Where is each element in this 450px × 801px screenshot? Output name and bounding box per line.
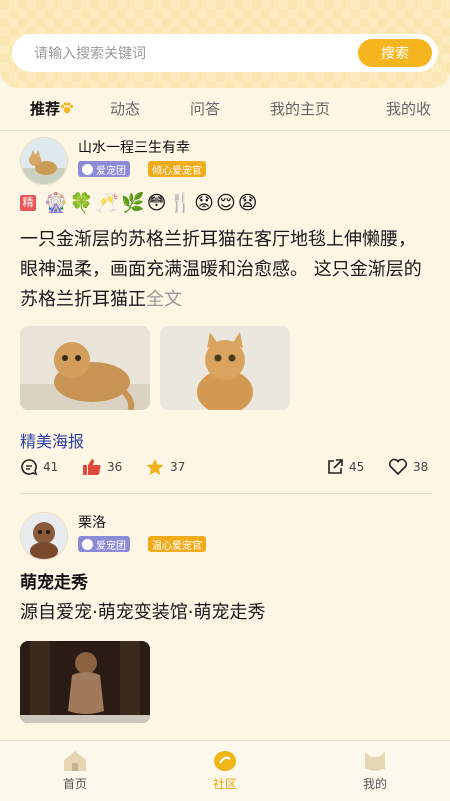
like-count: 36: [107, 460, 123, 474]
tab-qa[interactable]: 问答: [190, 98, 220, 119]
username[interactable]: 栗洛: [78, 512, 106, 532]
avatar[interactable]: [20, 512, 68, 560]
nav-label: 我的: [362, 777, 387, 791]
tab-recommend[interactable]: 推荐: [30, 98, 74, 119]
emoji-row: 精 🎡🍀🥂🌿😳🍴😟😌😧: [20, 191, 260, 214]
emoji-list: 🎡🍀🥂🌿😳🍴😟😌😧: [44, 192, 260, 214]
post-text: 源自爱宠·萌宠变装馆·萌宠走秀: [20, 602, 266, 623]
post-card[interactable]: 山水一程三生有幸 爱宠团 倾心爱宠官 精 🎡🍀🥂🌿😳🍴😟😌😧 一只金渐层的苏格兰…: [0, 131, 450, 496]
post-card[interactable]: 栗洛 爱宠团 温心爱宠官 萌宠走秀 源自爱宠·萌宠变装馆·萌宠走秀: [0, 494, 450, 740]
bottom-nav: 首页 社区 我的: [0, 740, 450, 801]
nav-mine[interactable]: 我的: [335, 749, 415, 792]
search-input[interactable]: [32, 34, 336, 74]
heart-count: 38: [413, 460, 429, 474]
share-count: 45: [349, 460, 365, 474]
nav-label: 社区: [212, 777, 237, 791]
share-icon: [328, 459, 343, 474]
badge-flower-icon: [82, 163, 93, 175]
search-bar: 搜索: [12, 34, 438, 74]
username[interactable]: 山水一程三生有幸: [78, 137, 190, 157]
community-icon: [214, 751, 236, 771]
tab-label: 推荐: [30, 100, 61, 118]
header: 搜索: [0, 0, 450, 88]
tab-my-favorites[interactable]: 我的收: [386, 98, 431, 119]
home-icon: [64, 751, 86, 771]
post-image-1[interactable]: [20, 641, 150, 723]
comment-count: 41: [43, 460, 59, 474]
badge-pet-group: 爱宠团: [78, 161, 130, 177]
badge-pet-officer: 温心爱宠官: [148, 536, 206, 552]
nav-home[interactable]: 首页: [35, 749, 115, 792]
star-icon: [146, 458, 164, 476]
favorite-stat[interactable]: 37: [145, 458, 185, 476]
badge-pet-group: 爱宠团: [78, 536, 130, 552]
tab-dynamic[interactable]: 动态: [110, 98, 140, 119]
tab-bar: 推荐 动态 问答 我的主页 我的收: [0, 88, 450, 130]
comment-icon: [21, 459, 38, 476]
post-title: 萌宠走秀: [20, 573, 88, 593]
cat-face-icon: [365, 752, 385, 771]
share-stat[interactable]: 45: [326, 458, 364, 476]
like-stat[interactable]: 36: [82, 458, 122, 476]
post-text: 一只金渐层的苏格兰折耳猫在客厅地毯上伸懒腰，眼神温柔，画面充满温暖和治愈感。 这…: [20, 225, 432, 315]
thumbs-up-icon: [83, 459, 101, 475]
post-image-1[interactable]: [20, 326, 150, 410]
tab-my-homepage[interactable]: 我的主页: [270, 98, 330, 119]
heart-icon: [388, 458, 408, 476]
badge-pet-officer: 倾心爱宠官: [148, 161, 206, 177]
poster-link[interactable]: 精美海报: [20, 428, 84, 452]
comment-stat[interactable]: 41: [20, 458, 58, 476]
full-text-link[interactable]: 全文: [146, 289, 182, 310]
badge-label: 爱宠团: [96, 165, 126, 177]
heart-stat[interactable]: 38: [388, 458, 428, 476]
favorite-count: 37: [170, 460, 186, 474]
badge-label: 爱宠团: [96, 540, 126, 552]
post-body: 一只金渐层的苏格兰折耳猫在客厅地毯上伸懒腰，眼神温柔，画面充满温暖和治愈感。 这…: [20, 229, 422, 310]
avatar[interactable]: [20, 137, 68, 185]
post-image-2[interactable]: [160, 326, 290, 410]
featured-icon: 精: [20, 195, 36, 211]
nav-community[interactable]: 社区: [185, 749, 265, 792]
nav-label: 首页: [62, 777, 87, 791]
paw-icon: [60, 102, 74, 114]
search-button[interactable]: 搜索: [358, 39, 432, 67]
badge-flower-icon: [82, 538, 93, 550]
